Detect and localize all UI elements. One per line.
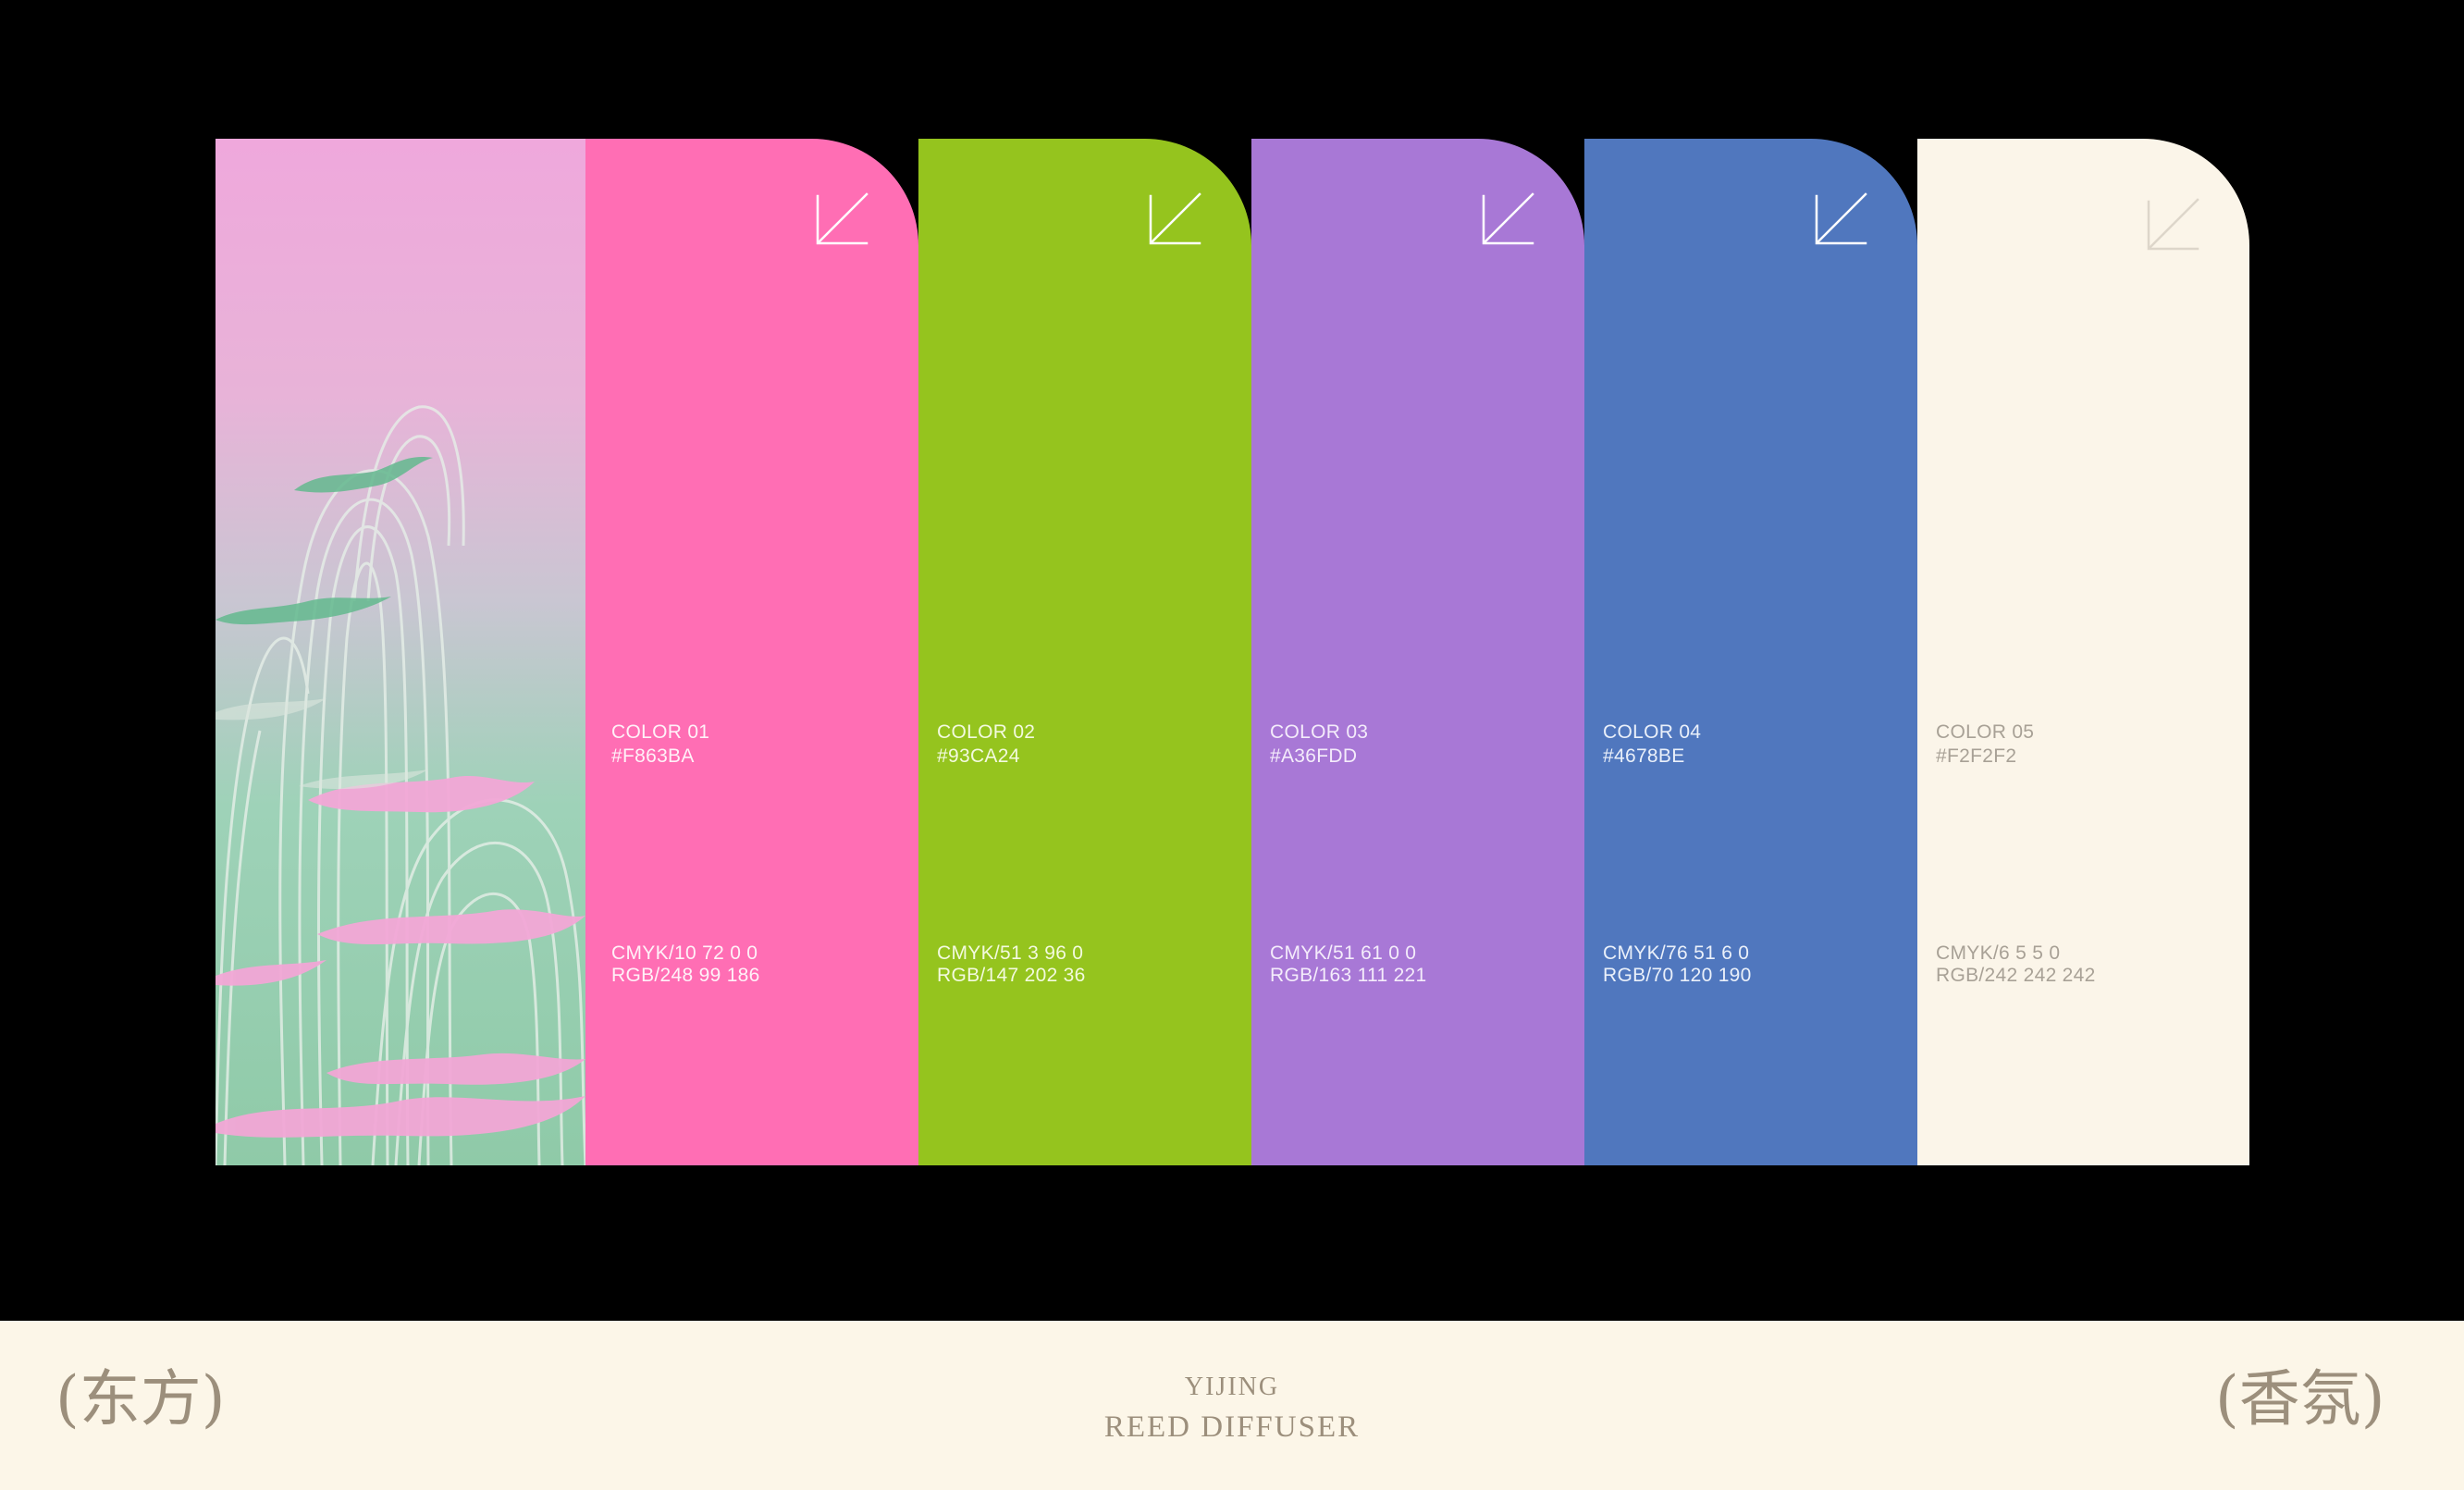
color-cmyk: CMYK/76 51 6 0 [1603, 942, 1750, 964]
color-cmyk: CMYK/51 3 96 0 [937, 942, 1084, 964]
color-name: COLOR 05 [1936, 721, 2035, 743]
footer-right-text: (香氛) [2215, 1363, 2385, 1435]
color-hex: #4678BE [1603, 745, 1685, 767]
color-card-5: COLOR 05 #F2F2F2 CMYK/6 5 5 0 RGB/242 242 2… [1917, 139, 2249, 1165]
color-card-1: COLOR 01 #F863BA CMYK/10 72 0 0 RGB/248 99 … [585, 139, 918, 1165]
color-card-2: COLOR 02 #93CA24 CMYK/51 3 96 0 RGB/147 202… [918, 139, 1251, 1165]
color-rgb: RGB/147 202 36 [937, 965, 1086, 986]
color-hex: #F2F2F2 [1936, 745, 2017, 767]
arrow-down-left-icon [1482, 192, 1534, 245]
color-hex: #A36FDD [1270, 745, 1358, 767]
arrow-down-left-icon [816, 192, 869, 245]
footer-band: (东方) YIJING REED DIFFUSER (香氛) [0, 1321, 2464, 1490]
color-cmyk: CMYK/6 5 5 0 [1936, 942, 2061, 964]
color-card-4: COLOR 04 #4678BE CMYK/76 51 6 0 RGB/70 120 … [1584, 139, 1917, 1165]
color-card-3: COLOR 03 #A36FDD CMYK/51 61 0 0 RGB/163 111… [1251, 139, 1584, 1165]
color-name: COLOR 04 [1603, 721, 1702, 743]
color-hex: #93CA24 [937, 745, 1020, 767]
color-rgb: RGB/70 120 190 [1603, 965, 1752, 986]
landscape-illustration [216, 405, 587, 1165]
color-cmyk: CMYK/10 72 0 0 [611, 942, 758, 964]
color-cmyk: CMYK/51 61 0 0 [1270, 942, 1417, 964]
color-name: COLOR 01 [611, 721, 710, 743]
color-rgb: RGB/163 111 221 [1270, 965, 1427, 986]
color-rgb: RGB/248 99 186 [611, 965, 760, 986]
artwork-panel [216, 139, 604, 1165]
arrow-down-left-icon [1815, 192, 1867, 245]
color-rgb: RGB/242 242 242 [1936, 965, 2096, 986]
color-name: COLOR 03 [1270, 721, 1369, 743]
brand-line-2: REED DIFFUSER [1103, 1410, 1361, 1444]
color-hex: #F863BA [611, 745, 695, 767]
palette-board: COLOR 05 #F2F2F2 CMYK/6 5 5 0 RGB/242 242 2… [0, 0, 2464, 1490]
brand-line-1: YIJING [1184, 1373, 1280, 1401]
color-name: COLOR 02 [937, 721, 1036, 743]
arrow-down-left-icon [2147, 198, 2199, 251]
arrow-down-left-icon [1149, 192, 1201, 245]
